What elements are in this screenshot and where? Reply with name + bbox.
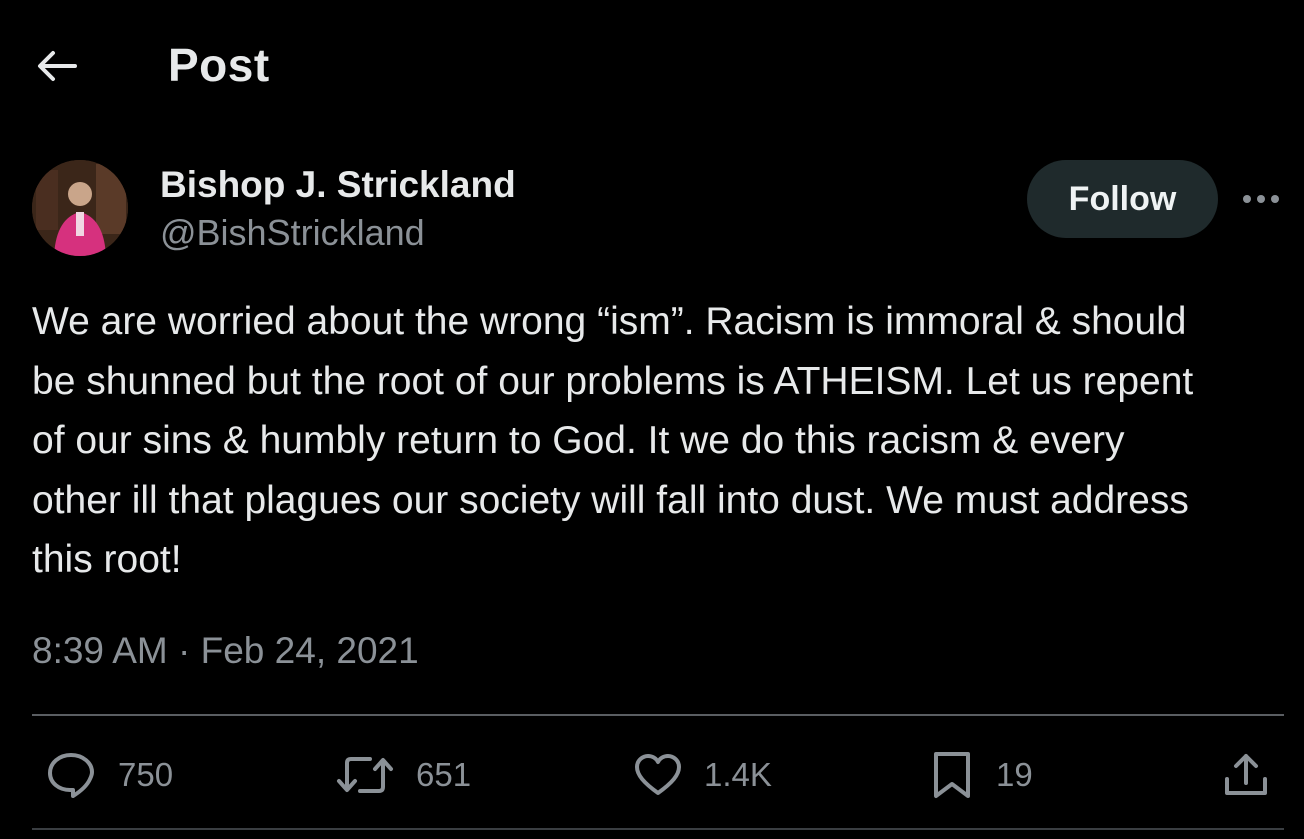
bookmark-count: 19 xyxy=(996,756,1033,793)
back-button[interactable] xyxy=(30,42,82,90)
speech-bubble-icon xyxy=(48,753,94,798)
reply-button[interactable]: 750 xyxy=(46,740,173,810)
avatar-image xyxy=(32,160,128,256)
page-title: Post xyxy=(168,39,270,91)
repost-button[interactable]: 651 xyxy=(336,740,471,810)
bookmark-button[interactable]: 19 xyxy=(930,740,1033,810)
more-horizontal-icon xyxy=(1243,195,1279,203)
share-button[interactable] xyxy=(1222,740,1270,810)
share-icon xyxy=(1225,754,1267,795)
like-count: 1.4K xyxy=(704,756,772,793)
repost-icon xyxy=(337,757,393,793)
divider xyxy=(32,828,1284,830)
divider xyxy=(32,714,1284,716)
more-options-button[interactable] xyxy=(1238,176,1284,222)
repost-count: 651 xyxy=(416,756,472,793)
reply-count: 750 xyxy=(118,756,174,793)
post-text: We are worried about the wrong “ism”. Ra… xyxy=(32,300,1194,581)
like-button[interactable]: 1.4K xyxy=(634,740,772,810)
post-timestamp[interactable]: 8:39 AM · Feb 24, 2021 xyxy=(32,630,419,672)
top-bar: Post xyxy=(0,0,1304,130)
post-actions: 750 651 1.4K 19 xyxy=(0,740,1304,810)
bookmark-icon xyxy=(934,752,970,798)
arrow-left-icon xyxy=(38,51,77,81)
post-author: Bishop J. Strickland @BishStrickland Fol… xyxy=(0,150,1304,270)
heart-icon xyxy=(635,754,681,795)
author-display-name[interactable]: Bishop J. Strickland xyxy=(160,164,516,206)
author-handle[interactable]: @BishStrickland xyxy=(160,212,425,254)
avatar[interactable] xyxy=(32,160,128,256)
follow-button[interactable]: Follow xyxy=(1027,160,1218,238)
